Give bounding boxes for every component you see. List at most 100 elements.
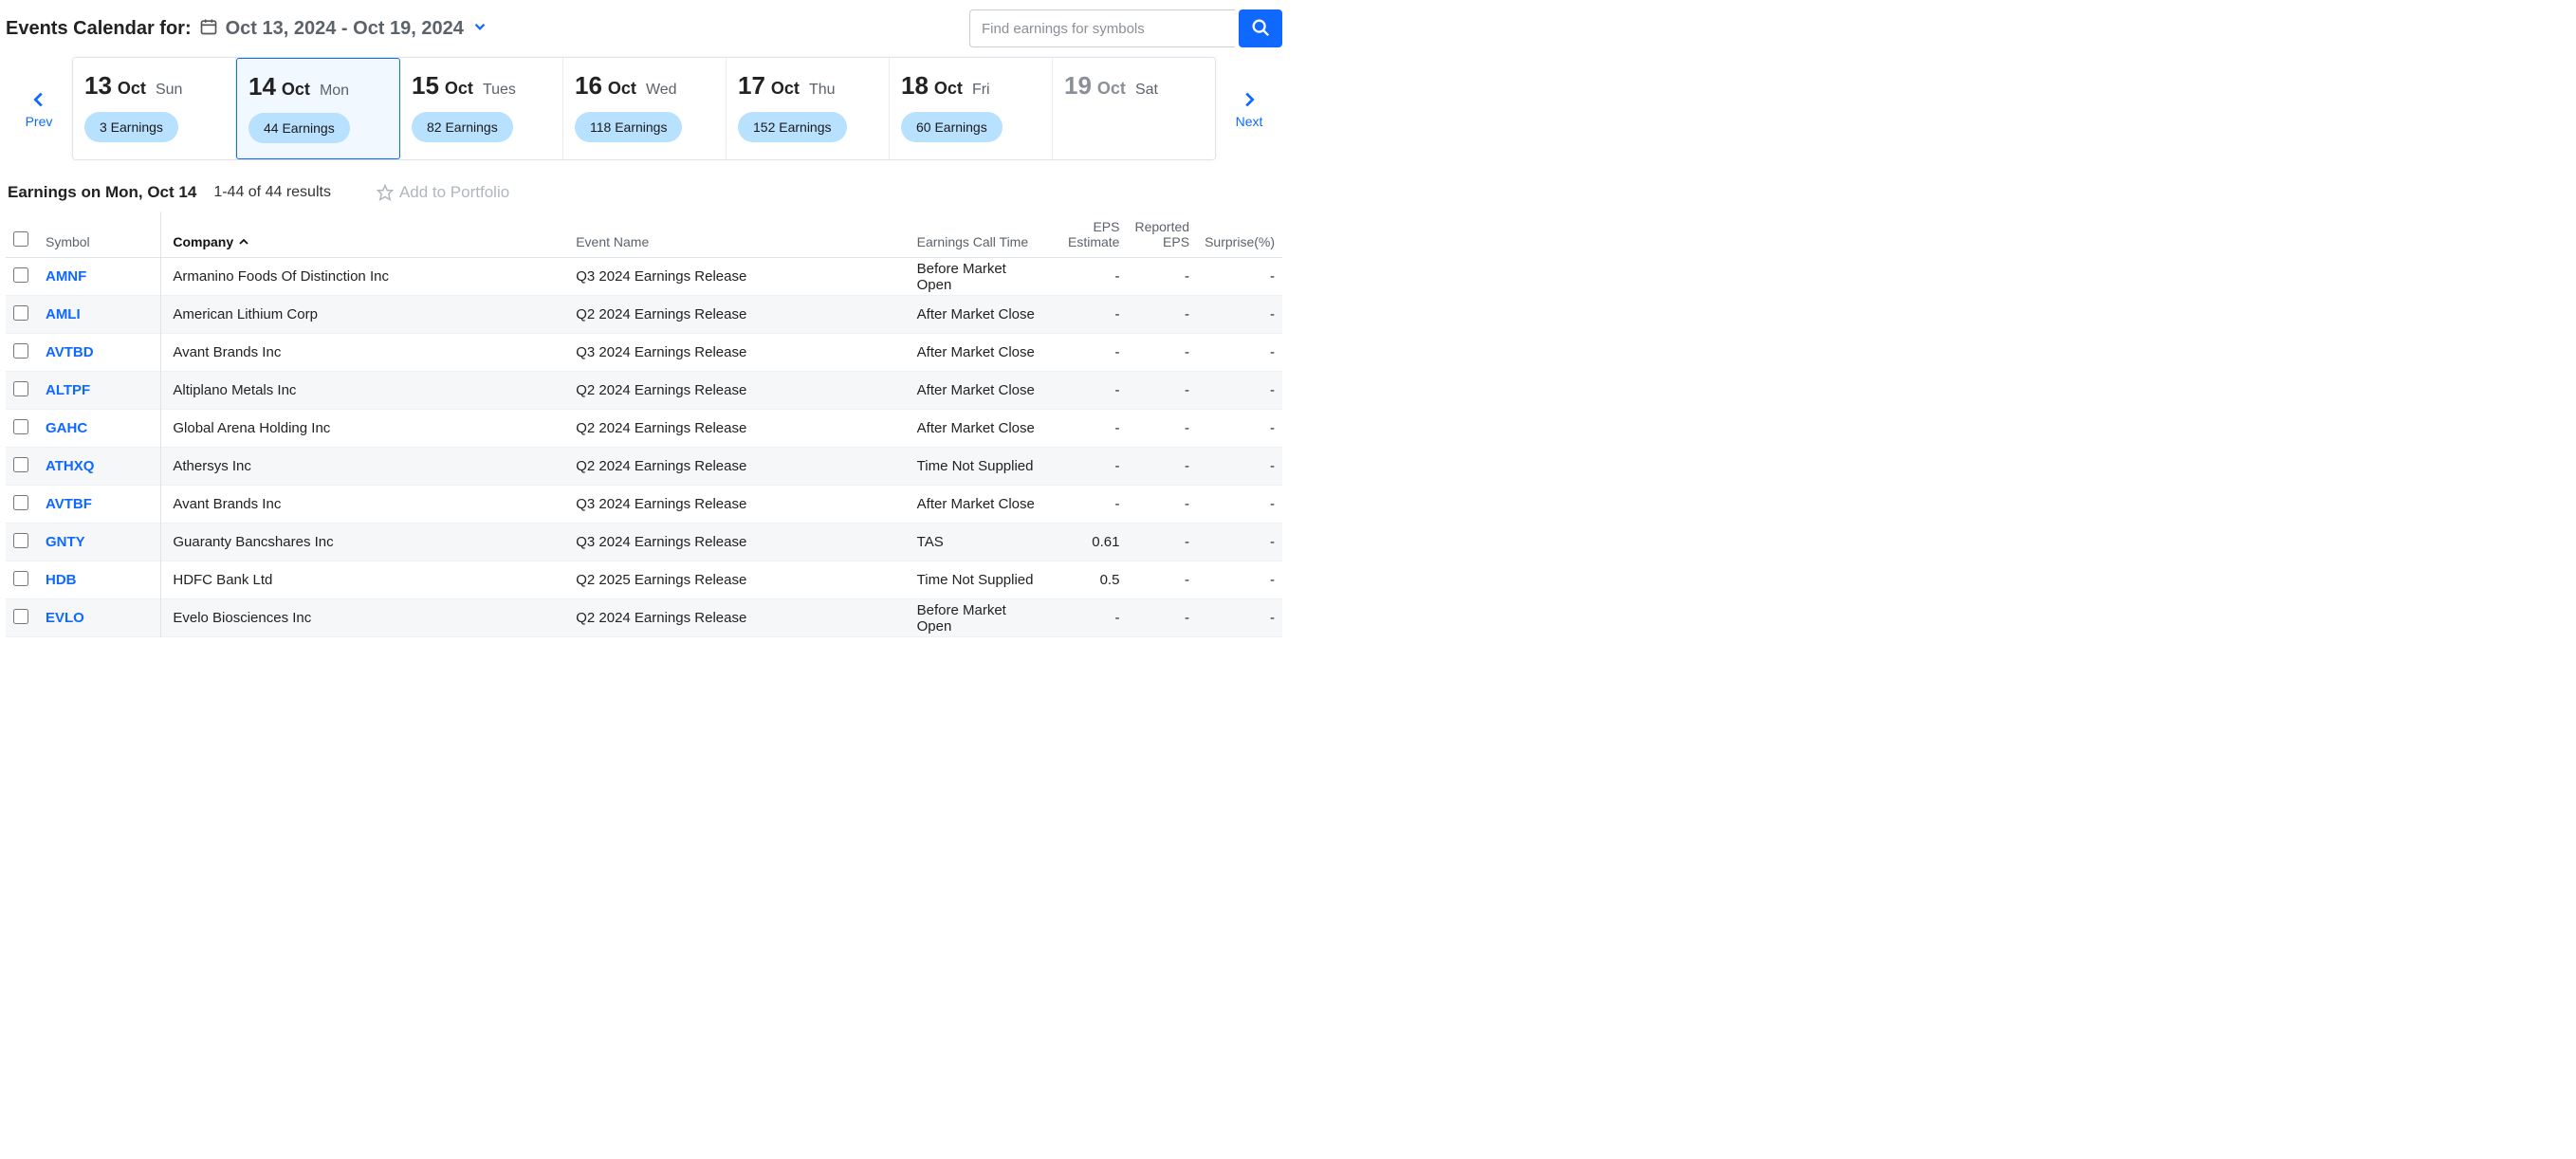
table-row: ATHXQ Athersys IncQ2 2024 Earnings Releas… <box>6 448 1282 486</box>
add-to-portfolio-label: Add to Portfolio <box>399 183 509 202</box>
event-cell: Q3 2024 Earnings Release <box>568 524 909 561</box>
symbol-link[interactable]: EVLO <box>46 610 84 626</box>
symbol-link[interactable]: AVTBF <box>46 496 92 512</box>
call-time-cell: Time Not Supplied <box>910 561 1052 599</box>
row-checkbox[interactable] <box>13 381 28 396</box>
row-checkbox[interactable] <box>13 495 28 510</box>
symbol-link[interactable]: AMNF <box>46 268 86 285</box>
search-button[interactable] <box>1239 9 1282 47</box>
day-number: 14 <box>248 72 276 101</box>
row-checkbox[interactable] <box>13 457 28 472</box>
column-header-event[interactable]: Event Name <box>568 212 909 258</box>
row-checkbox[interactable] <box>13 305 28 321</box>
search-input[interactable] <box>969 9 1235 47</box>
date-range[interactable]: Oct 13, 2024 - Oct 19, 2024 <box>226 18 464 40</box>
select-all-checkbox[interactable] <box>13 231 28 247</box>
table-row: AMNF Armanino Foods Of Distinction IncQ3 … <box>6 258 1282 296</box>
surprise-cell: - <box>1197 448 1282 486</box>
surprise-cell: - <box>1197 372 1282 410</box>
call-time-cell: After Market Close <box>910 372 1052 410</box>
earnings-count-pill: 60 Earnings <box>901 112 1003 142</box>
chevron-right-icon <box>1239 89 1260 110</box>
day-number: 18 <box>901 71 929 101</box>
event-cell: Q2 2024 Earnings Release <box>568 296 909 334</box>
eps-estimate-cell: - <box>1051 296 1127 334</box>
company-cell: American Lithium Corp <box>161 296 568 334</box>
column-header-surprise[interactable]: Surprise(%) <box>1197 212 1282 258</box>
day-number: 13 <box>84 71 112 101</box>
company-cell: Athersys Inc <box>161 448 568 486</box>
row-checkbox[interactable] <box>13 533 28 548</box>
page-title: Events Calendar for: <box>6 18 192 40</box>
call-time-cell: After Market Close <box>910 486 1052 524</box>
eps-estimate-cell: 0.61 <box>1051 524 1127 561</box>
prev-label: Prev <box>26 114 53 129</box>
row-checkbox[interactable] <box>13 419 28 434</box>
results-count: 1-44 of 44 results <box>213 184 331 201</box>
event-cell: Q2 2024 Earnings Release <box>568 448 909 486</box>
prev-week-button[interactable]: Prev <box>6 57 72 160</box>
earnings-count-pill: 118 Earnings <box>575 112 682 142</box>
surprise-cell: - <box>1197 561 1282 599</box>
day-card-14[interactable]: 14OctMon44 Earnings <box>236 58 400 159</box>
row-checkbox[interactable] <box>13 267 28 283</box>
column-header-time[interactable]: Earnings Call Time <box>910 212 1052 258</box>
company-cell: Evelo Biosciences Inc <box>161 599 568 637</box>
symbol-link[interactable]: AMLI <box>46 306 81 322</box>
eps-estimate-cell: - <box>1051 448 1127 486</box>
row-checkbox[interactable] <box>13 571 28 586</box>
event-cell: Q3 2024 Earnings Release <box>568 258 909 296</box>
company-cell: Armanino Foods Of Distinction Inc <box>161 258 568 296</box>
day-weekday: Thu <box>809 82 836 99</box>
calendar-icon[interactable] <box>199 17 218 41</box>
surprise-cell: - <box>1197 410 1282 448</box>
earnings-count-pill: 82 Earnings <box>412 112 513 142</box>
day-month: Oct <box>1097 79 1126 99</box>
day-head: 13 Oct Sun <box>84 71 224 101</box>
reported-eps-cell: - <box>1127 258 1197 296</box>
row-checkbox[interactable] <box>13 609 28 624</box>
eps-estimate-cell: - <box>1051 258 1127 296</box>
symbol-link[interactable]: GAHC <box>46 420 87 436</box>
symbol-link[interactable]: ALTPF <box>46 382 90 398</box>
week-days: 13OctSun3 Earnings14OctMon44 Earnings15O… <box>72 57 1216 160</box>
day-month: Oct <box>118 79 146 99</box>
day-weekday: Sun <box>156 82 182 99</box>
row-checkbox[interactable] <box>13 343 28 359</box>
day-month: Oct <box>445 79 473 99</box>
next-week-button[interactable]: Next <box>1216 57 1282 160</box>
event-cell: Q2 2025 Earnings Release <box>568 561 909 599</box>
company-cell: Guaranty Bancshares Inc <box>161 524 568 561</box>
day-card-15[interactable]: 15OctTues82 Earnings <box>400 58 563 159</box>
symbol-link[interactable]: AVTBD <box>46 344 94 360</box>
column-header-eps-estimate[interactable]: EPS Estimate <box>1051 212 1127 258</box>
symbol-link[interactable]: HDB <box>46 572 77 588</box>
reported-eps-cell: - <box>1127 524 1197 561</box>
column-header-symbol[interactable]: Symbol <box>38 212 161 258</box>
reported-eps-cell: - <box>1127 334 1197 372</box>
day-card-13[interactable]: 13OctSun3 Earnings <box>73 58 236 159</box>
day-weekday: Tues <box>483 82 516 99</box>
event-cell: Q3 2024 Earnings Release <box>568 486 909 524</box>
add-to-portfolio-button[interactable]: Add to Portfolio <box>377 183 509 202</box>
reported-eps-cell: - <box>1127 486 1197 524</box>
star-icon <box>377 184 394 201</box>
day-number: 16 <box>575 71 602 101</box>
day-card-18[interactable]: 18OctFri60 Earnings <box>890 58 1053 159</box>
event-cell: Q2 2024 Earnings Release <box>568 599 909 637</box>
day-card-19: 19OctSat <box>1053 58 1215 159</box>
earnings-table: Symbol Company Event Name Earnings Call … <box>6 212 1282 637</box>
sort-ascending-icon <box>239 234 248 244</box>
column-header-reported-eps[interactable]: Reported EPS <box>1127 212 1197 258</box>
surprise-cell: - <box>1197 599 1282 637</box>
chevron-down-icon[interactable] <box>471 18 488 40</box>
symbol-link[interactable]: GNTY <box>46 534 85 550</box>
reported-eps-cell: - <box>1127 372 1197 410</box>
column-header-company[interactable]: Company <box>161 212 568 258</box>
day-number: 19 <box>1064 71 1092 101</box>
symbol-link[interactable]: ATHXQ <box>46 458 94 474</box>
day-card-16[interactable]: 16OctWed118 Earnings <box>563 58 727 159</box>
reported-eps-cell: - <box>1127 599 1197 637</box>
company-cell: HDFC Bank Ltd <box>161 561 568 599</box>
day-card-17[interactable]: 17OctThu152 Earnings <box>727 58 890 159</box>
